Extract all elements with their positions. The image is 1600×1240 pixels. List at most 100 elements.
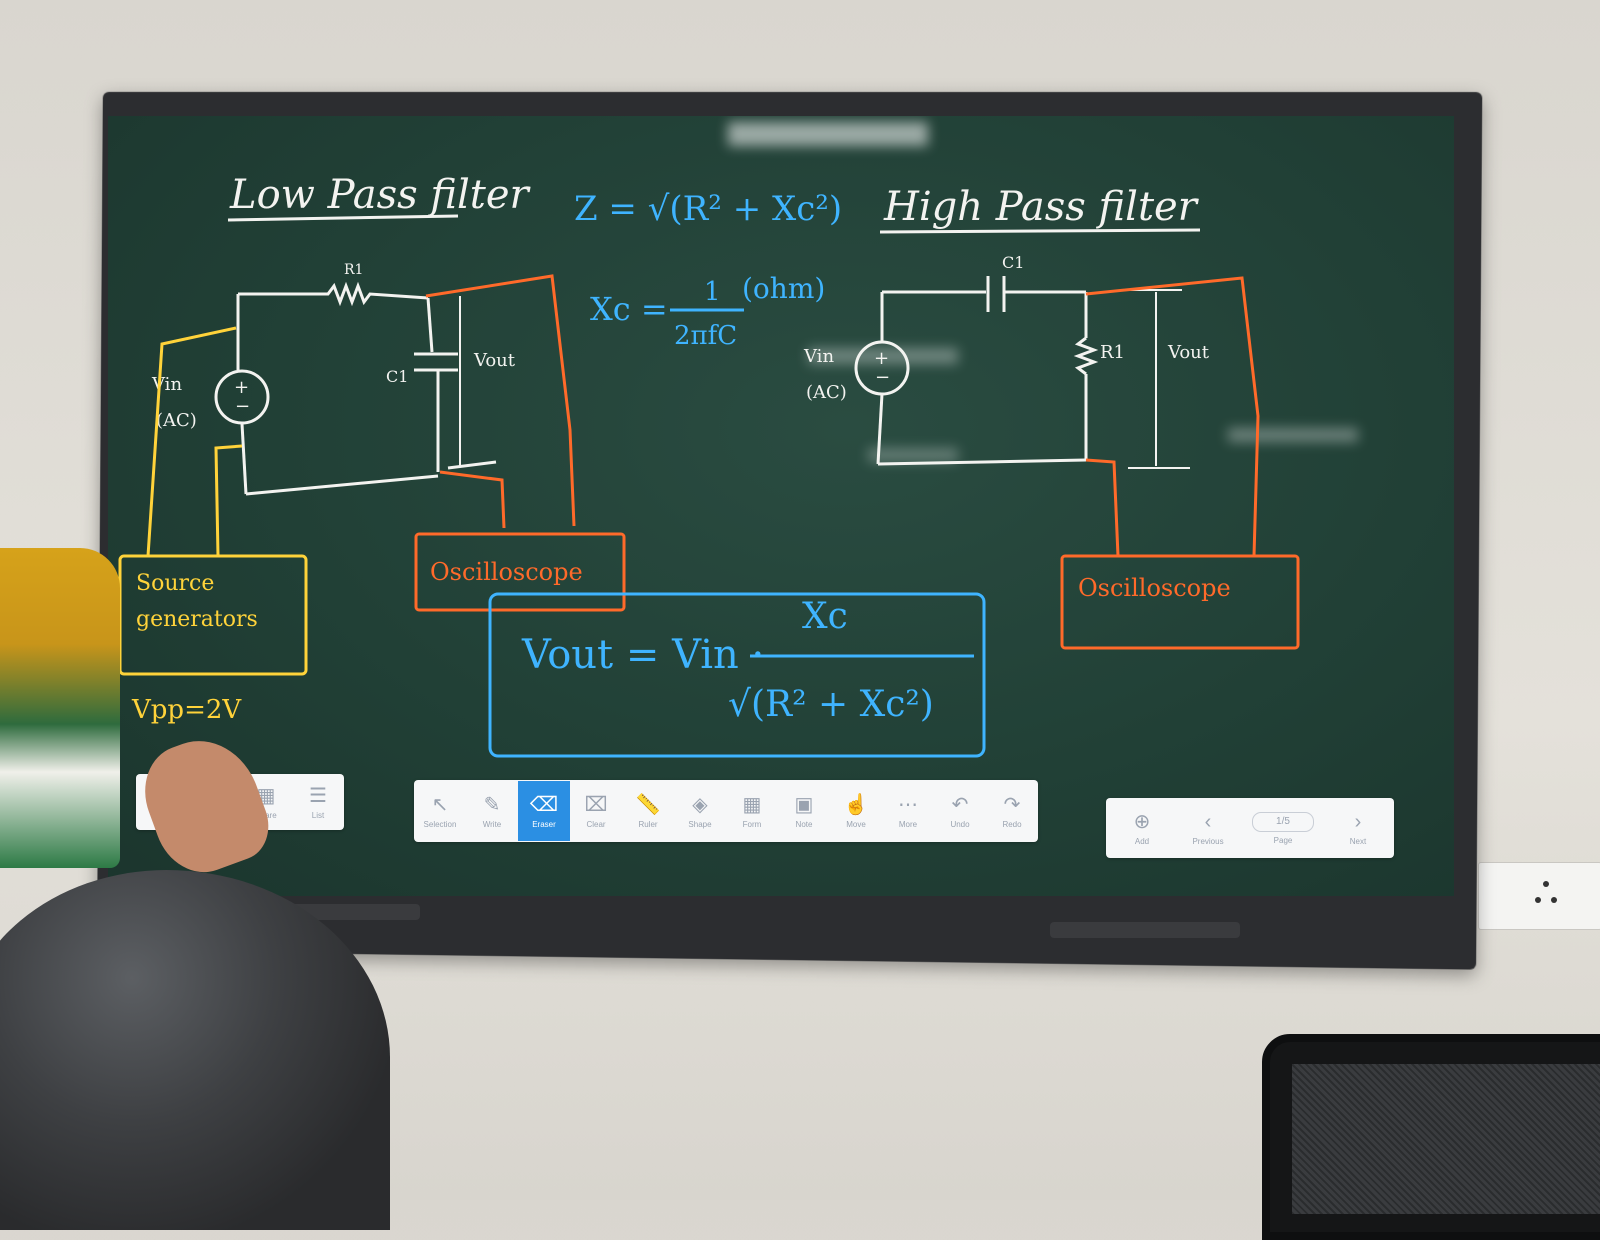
- tool-label: Ruler: [638, 819, 658, 829]
- clear-icon: ⌧: [584, 793, 608, 816]
- reactance-lhs: Xc =: [590, 290, 668, 328]
- note-icon: ▣: [794, 793, 814, 816]
- lowpass-title-underline: [227, 214, 459, 222]
- probe-wire-orange: [1085, 458, 1120, 557]
- tool-label: Shape: [688, 819, 712, 829]
- highpass-ac-label: (AC): [806, 382, 847, 403]
- tool-label: Clear: [586, 819, 606, 829]
- wire: [877, 458, 1087, 466]
- tool-note-button[interactable]: ▣ Note: [778, 781, 830, 841]
- highpass-title: High Pass filter: [883, 184, 1200, 230]
- tool-label: Note: [795, 819, 813, 829]
- shape-icon: ◈: [692, 793, 708, 816]
- tool-more-button[interactable]: ⋯ More: [882, 781, 934, 841]
- toolbar-main: ↖ Selection ✎ Write ⌫ Eraser ⌧ Clear 📏 Ruler ◈ Shap…: [414, 780, 1038, 842]
- wire: [245, 474, 439, 496]
- socket-hole: [1535, 897, 1541, 903]
- tool-write-button[interactable]: ✎ Write: [466, 781, 518, 841]
- tool-move-button[interactable]: ☝ Move: [830, 781, 882, 841]
- add-page-button[interactable]: ⊕ Add: [1116, 798, 1168, 858]
- lowpass-oscilloscope-box: [414, 532, 626, 612]
- source-plus: +: [874, 348, 889, 369]
- page-indicator[interactable]: 1/5 Page: [1248, 798, 1318, 858]
- previous-page-button[interactable]: ‹ Previous: [1182, 798, 1234, 858]
- vout-tick: [447, 460, 497, 470]
- tool-list-button[interactable]: ☰ List: [292, 772, 344, 832]
- vout-formula-box: [488, 592, 986, 758]
- lowpass-resistor: [238, 281, 429, 307]
- vpp-annotation: Vpp=2V: [131, 695, 242, 725]
- source-generator-box: [118, 554, 308, 676]
- probe-wire-orange: [425, 274, 576, 527]
- undo-icon: ↶: [951, 793, 969, 816]
- highpass-oscilloscope-label: Oscilloscope: [1078, 574, 1231, 602]
- speaker-grille: [1050, 922, 1240, 938]
- pen-icon: ✎: [483, 793, 501, 816]
- chevron-left-icon: ‹: [1204, 810, 1212, 833]
- source-minus: −: [875, 367, 890, 388]
- tool-label: Eraser: [532, 819, 556, 829]
- selection-icon: ↖: [431, 793, 449, 816]
- tool-redo-button[interactable]: ↷ Redo: [986, 781, 1038, 841]
- highpass-oscilloscope-box: [1060, 554, 1300, 650]
- reactance-denominator: 2πfC: [674, 321, 737, 351]
- toolbar-page-nav: ⊕ Add ‹ Previous 1/5 Page › Next: [1106, 798, 1394, 858]
- next-page-button[interactable]: › Next: [1332, 798, 1384, 858]
- lowpass-capacitor-label: C1: [386, 367, 408, 386]
- chair-mesh: [1292, 1064, 1600, 1214]
- tool-label: Redo: [1002, 819, 1022, 829]
- more-icon: ⋯: [898, 793, 918, 816]
- lowpass-vout-label: Vout: [473, 350, 516, 371]
- tool-shape-button[interactable]: ◈ Shape: [674, 781, 726, 841]
- probe-wire-orange: [439, 470, 506, 529]
- source-box-line-1: Source: [136, 571, 214, 596]
- eraser-icon: ⌫: [529, 793, 559, 816]
- socket-hole: [1551, 897, 1557, 903]
- tool-label: More: [898, 819, 918, 829]
- highpass-vin-label: Vin: [803, 346, 834, 367]
- tool-selection-button[interactable]: ↖ Selection: [414, 781, 466, 841]
- next-label: Next: [1349, 836, 1367, 846]
- wire: [240, 423, 248, 495]
- highpass-resistor-label: R1: [1100, 342, 1125, 363]
- highpass-resistor: [1073, 336, 1099, 376]
- reactance-numerator: 1: [704, 277, 721, 307]
- vout-formula-lhs: Vout = Vin ·: [521, 632, 764, 678]
- impedance-formula: Z = √(R² + Xc²): [574, 189, 842, 229]
- highpass-capacitor-label: C1: [1002, 253, 1024, 272]
- list-icon: ☰: [309, 784, 327, 807]
- chevron-right-icon: ›: [1354, 810, 1362, 833]
- form-icon: ▦: [742, 793, 762, 816]
- probe-wire-yellow: [214, 444, 243, 557]
- socket-hole: [1543, 881, 1549, 887]
- tool-label: Selection: [423, 819, 457, 829]
- probe-wire-orange: [1085, 276, 1260, 557]
- wire: [876, 393, 884, 465]
- whiteboard-screen[interactable]: Low Pass filter R1 + − C1 Vout Vin (AC): [108, 116, 1454, 896]
- tool-clear-button[interactable]: ⌧ Clear: [570, 781, 622, 841]
- tool-label: Undo: [950, 819, 970, 829]
- lowpass-vin-label: Vin: [151, 374, 182, 395]
- tool-label: Form: [742, 819, 762, 829]
- highpass-ac-source: [854, 340, 910, 396]
- previous-label: Previous: [1192, 836, 1224, 846]
- ruler-icon: 📏: [635, 793, 661, 816]
- lowpass-oscilloscope-label: Oscilloscope: [430, 558, 583, 586]
- presenter: [0, 548, 120, 868]
- classroom-scene: Low Pass filter R1 + − C1 Vout Vin (AC): [0, 0, 1600, 1240]
- tool-undo-button[interactable]: ↶ Undo: [934, 781, 986, 841]
- tool-label: List: [311, 810, 325, 820]
- tool-eraser-button[interactable]: ⌫ Eraser: [518, 781, 570, 841]
- highpass-vout-label: Vout: [1167, 342, 1210, 363]
- wire: [426, 297, 434, 353]
- lowpass-ac-label: (AC): [156, 410, 197, 431]
- probe-wire-yellow: [146, 326, 237, 557]
- vout-formula-denominator: √(R² + Xc²): [728, 684, 934, 725]
- tool-label: Move: [846, 819, 866, 829]
- source-box-line-2: generators: [136, 607, 258, 632]
- lowpass-ac-source: [214, 369, 270, 425]
- tool-form-button[interactable]: ▦ Form: [726, 781, 778, 841]
- tool-label: Write: [482, 819, 502, 829]
- tool-ruler-button[interactable]: 📏 Ruler: [622, 781, 674, 841]
- page-number: 1/5: [1252, 811, 1314, 832]
